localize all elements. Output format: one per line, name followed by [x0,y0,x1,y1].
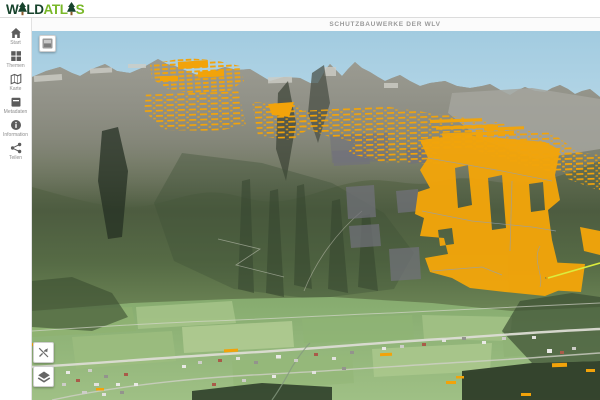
archive-icon [11,97,20,107]
minimap-icon [42,38,53,49]
sidebar-item-label: Start [10,40,21,46]
app-logo[interactable]: W LD ATL S [6,1,85,17]
north-arrow-disabled-icon [38,347,49,358]
map-icon [10,73,21,85]
info-icon [10,120,21,130]
sidebar-item-label: Metadaten [3,109,28,115]
logo-text: S [75,1,85,17]
sidebar-nav: Start Themen Karte Metadaten Information… [0,18,32,400]
sidebar-item-label: Information [2,132,28,138]
sidebar-item-karte[interactable]: Karte [0,73,31,96]
basemap-layers-button[interactable] [33,366,54,387]
sidebar-item-themen[interactable]: Themen [0,50,31,73]
sidebar-item-information[interactable]: Information [0,119,31,142]
logo-text: LD [26,1,44,17]
compass-reset-button[interactable] [33,342,54,363]
logo-text: ATL [43,1,68,17]
sidebar-item-start[interactable]: Start [0,27,31,50]
home-icon [10,28,21,38]
sidebar-item-label: Themen [6,63,25,69]
minimap-toggle-button[interactable] [39,35,56,52]
grid-icon [10,51,21,61]
sidebar-item-label: Karte [9,86,22,92]
app-header: W LD ATL S [0,0,600,18]
sidebar-item-label: Teilen [8,155,23,161]
share-icon [10,142,21,154]
page-title: SCHUTZBAUWERKE DER WLV [329,21,441,28]
sidebar-item-metadaten[interactable]: Metadaten [0,96,31,119]
logo-text: W [6,1,19,17]
map-3d-canvas[interactable] [32,31,600,400]
layers-icon [37,371,50,383]
sidebar-item-teilen[interactable]: Teilen [0,142,31,165]
map-titlebar: SCHUTZBAUWERKE DER WLV [32,18,600,31]
map-area [32,31,600,400]
